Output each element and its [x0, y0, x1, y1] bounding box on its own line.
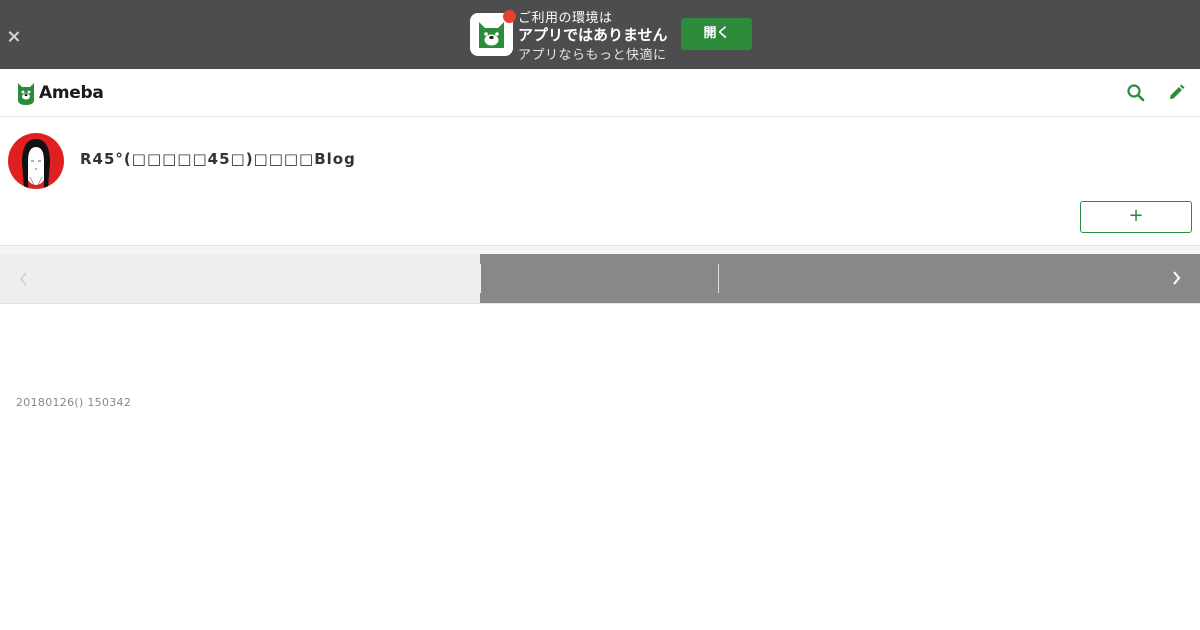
- ameba-logo[interactable]: Ameba: [16, 79, 104, 107]
- close-icon[interactable]: [5, 28, 22, 45]
- follow-button[interactable]: +: [1080, 201, 1192, 233]
- notification-dot: [503, 10, 516, 23]
- pager-separator: [718, 264, 719, 293]
- entry-pager: [0, 254, 1200, 304]
- pager-edge: [480, 264, 481, 293]
- chevron-right-icon: [1173, 271, 1181, 285]
- blog-title[interactable]: R45°(□□□□□45□)□□□□Blog: [80, 150, 356, 168]
- pencil-icon[interactable]: [1166, 83, 1186, 103]
- banner-text-line3: アプリならもっと快適に: [518, 48, 667, 63]
- banner-text-line2: アプリではありません: [518, 26, 668, 44]
- open-app-button[interactable]: 開く: [681, 18, 752, 50]
- prev-entry-button[interactable]: [0, 254, 480, 303]
- ameba-mascot-icon: [18, 83, 34, 105]
- entry-date: 20180126() 150342: [16, 396, 132, 409]
- next-entry-button[interactable]: [480, 254, 1200, 303]
- app-install-banner: ご利用の環境は アプリではありません アプリならもっと快適に 開く: [0, 0, 1200, 69]
- site-header: Ameba: [0, 69, 1200, 117]
- avatar[interactable]: [8, 133, 64, 189]
- logo-text: Ameba: [39, 83, 104, 103]
- search-icon[interactable]: [1126, 83, 1146, 103]
- plus-icon: +: [1128, 205, 1144, 226]
- chevron-left-icon: [20, 272, 27, 286]
- section-divider: [0, 245, 1200, 254]
